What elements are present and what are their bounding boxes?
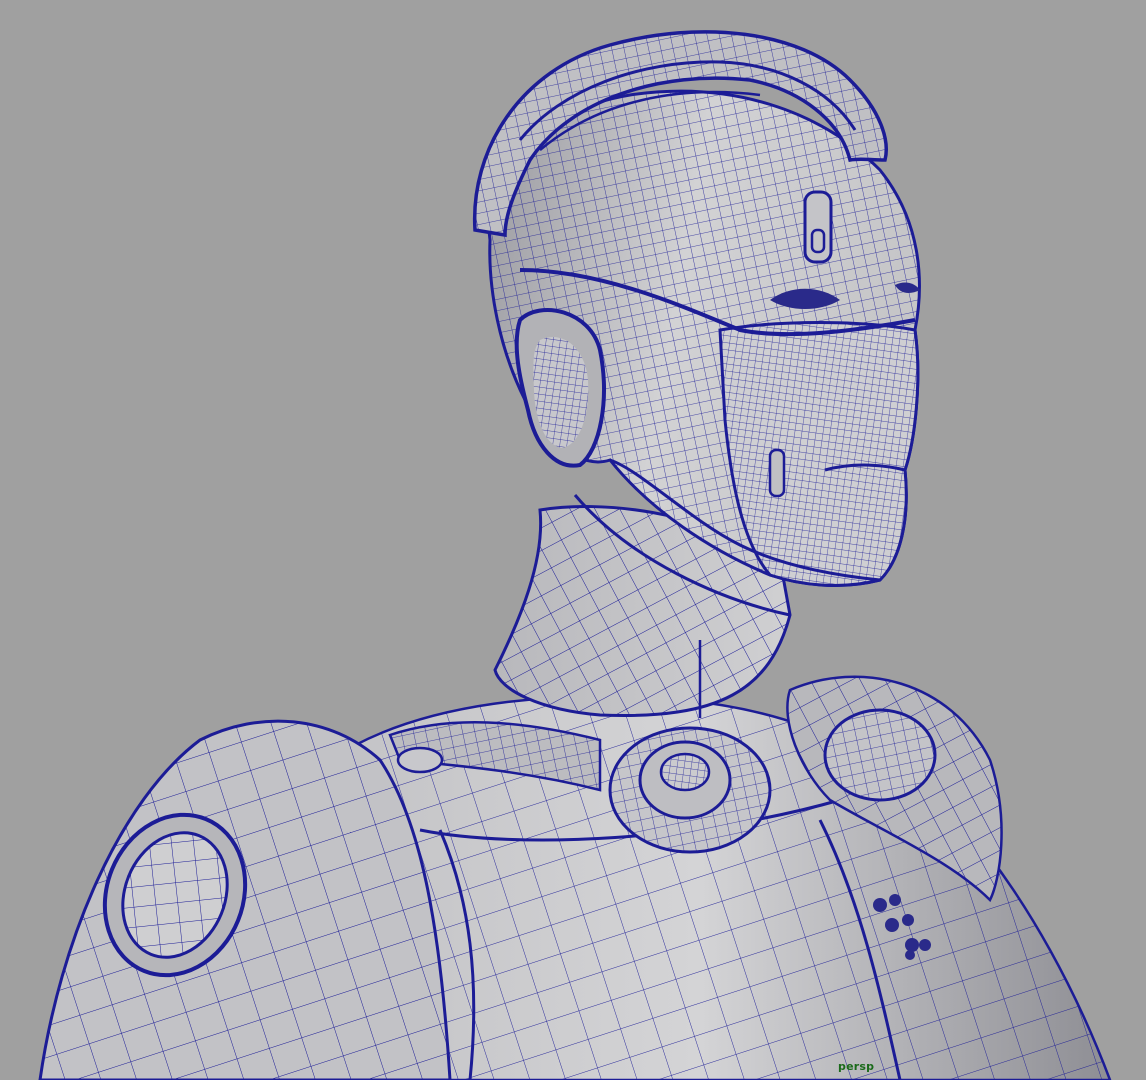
character-wireframe-model[interactable] <box>0 0 1146 1080</box>
left-shoulder-pad-mesh <box>38 719 452 1080</box>
3d-viewport[interactable]: persp <box>0 0 1146 1080</box>
camera-name-label: persp <box>838 1060 875 1073</box>
